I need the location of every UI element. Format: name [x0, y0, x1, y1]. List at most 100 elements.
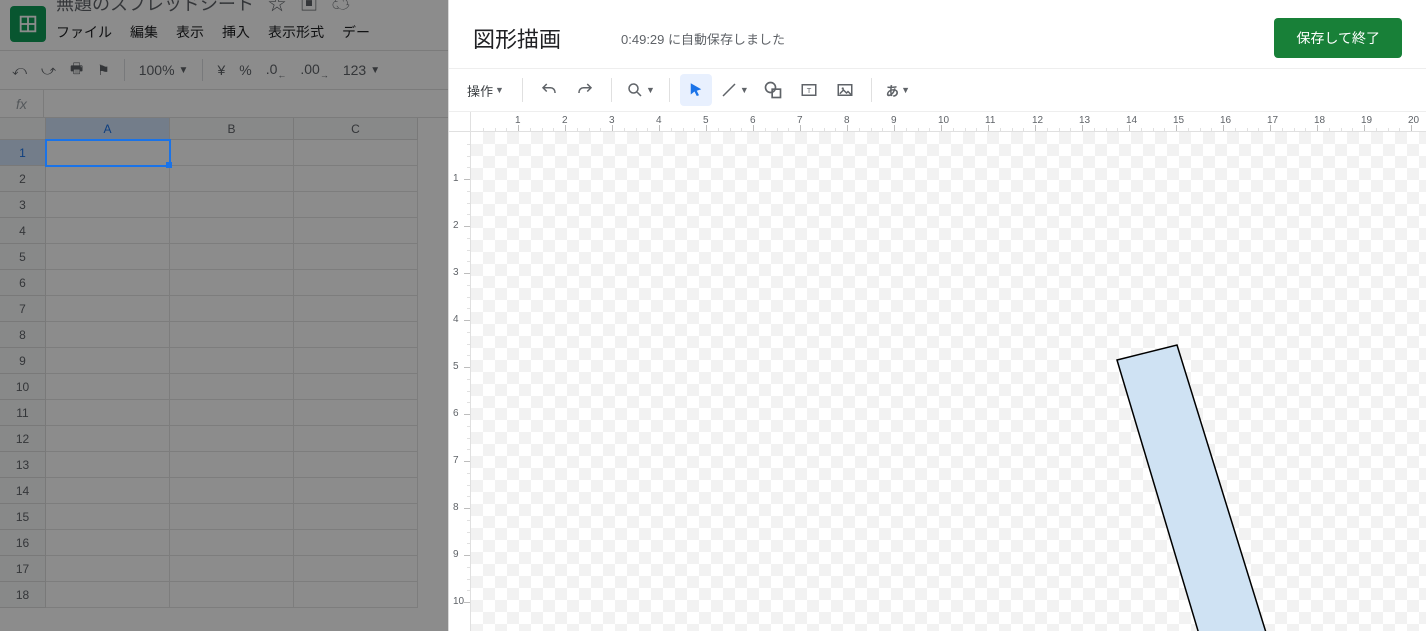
drawing-canvas[interactable]	[471, 132, 1426, 631]
menu-edit[interactable]: 編集	[130, 22, 158, 42]
cell[interactable]	[294, 166, 418, 192]
cell[interactable]	[294, 192, 418, 218]
row-header[interactable]: 16	[0, 530, 46, 556]
cell[interactable]	[170, 244, 294, 270]
row-header[interactable]: 17	[0, 556, 46, 582]
cell[interactable]	[46, 348, 170, 374]
cloud-icon[interactable]: ☁	[332, 0, 350, 16]
row-header[interactable]: 1	[0, 140, 46, 166]
row-header[interactable]: 8	[0, 322, 46, 348]
cell[interactable]	[294, 582, 418, 608]
cell[interactable]	[46, 426, 170, 452]
cell[interactable]	[46, 244, 170, 270]
cell[interactable]	[170, 296, 294, 322]
cell[interactable]	[46, 556, 170, 582]
cell[interactable]	[294, 556, 418, 582]
paint-format-icon[interactable]: ⚑	[97, 62, 110, 79]
cell[interactable]	[170, 374, 294, 400]
cell[interactable]	[294, 140, 418, 166]
cell[interactable]	[294, 504, 418, 530]
row-header[interactable]: 4	[0, 218, 46, 244]
actions-menu[interactable]: 操作▼	[459, 74, 512, 106]
cell[interactable]	[170, 166, 294, 192]
cell[interactable]	[46, 582, 170, 608]
zoom-menu[interactable]: ▼	[622, 74, 659, 106]
row-header[interactable]: 7	[0, 296, 46, 322]
cell[interactable]	[46, 166, 170, 192]
cell[interactable]	[294, 478, 418, 504]
currency-button[interactable]: ¥	[217, 62, 225, 78]
cell[interactable]	[170, 530, 294, 556]
row-header[interactable]: 14	[0, 478, 46, 504]
cell[interactable]	[46, 218, 170, 244]
cell[interactable]	[46, 400, 170, 426]
cell[interactable]	[170, 140, 294, 166]
row-header[interactable]: 2	[0, 166, 46, 192]
save-and-close-button[interactable]: 保存して終了	[1274, 18, 1402, 58]
cell[interactable]	[294, 322, 418, 348]
percent-button[interactable]: %	[239, 62, 251, 78]
row-header[interactable]: 18	[0, 582, 46, 608]
cell[interactable]	[294, 218, 418, 244]
column-header[interactable]: B	[170, 118, 294, 140]
line-tool[interactable]: ▼	[716, 74, 753, 106]
row-header[interactable]: 3	[0, 192, 46, 218]
drawn-shape[interactable]	[1117, 345, 1281, 631]
cell[interactable]	[170, 322, 294, 348]
cell[interactable]	[170, 478, 294, 504]
doc-title[interactable]: 無題のスプレッドシート	[56, 0, 254, 16]
zoom-select[interactable]: 100% ▼	[139, 62, 189, 78]
image-tool[interactable]	[829, 74, 861, 106]
cell[interactable]	[294, 400, 418, 426]
row-header[interactable]: 12	[0, 426, 46, 452]
shape-tool[interactable]	[757, 74, 789, 106]
cell[interactable]	[46, 530, 170, 556]
cell[interactable]	[294, 374, 418, 400]
cell[interactable]	[294, 530, 418, 556]
cell[interactable]	[294, 452, 418, 478]
print-icon[interactable]: 🖶	[70, 58, 83, 82]
cell[interactable]	[294, 270, 418, 296]
cell[interactable]	[170, 556, 294, 582]
redo-icon[interactable]: ⤻	[41, 62, 56, 79]
row-header[interactable]: 11	[0, 400, 46, 426]
menu-insert[interactable]: 挿入	[222, 22, 250, 42]
textbox-tool[interactable]: T	[793, 74, 825, 106]
cell[interactable]	[170, 270, 294, 296]
increase-decimal-button[interactable]: .00→	[300, 61, 328, 80]
row-header[interactable]: 5	[0, 244, 46, 270]
undo-icon[interactable]: ⤺	[12, 62, 27, 79]
cell[interactable]	[170, 452, 294, 478]
cell[interactable]	[170, 348, 294, 374]
row-header[interactable]: 15	[0, 504, 46, 530]
cell[interactable]	[294, 348, 418, 374]
decrease-decimal-button[interactable]: .0←	[266, 61, 287, 80]
redo-button[interactable]	[569, 74, 601, 106]
cell[interactable]	[170, 504, 294, 530]
cell[interactable]	[46, 374, 170, 400]
cell[interactable]	[170, 582, 294, 608]
menu-data[interactable]: デー	[342, 22, 370, 42]
cell[interactable]	[170, 400, 294, 426]
row-header[interactable]: 13	[0, 452, 46, 478]
cell[interactable]	[46, 322, 170, 348]
cell[interactable]	[46, 270, 170, 296]
menu-view[interactable]: 表示	[176, 22, 204, 42]
column-header[interactable]: A	[46, 118, 170, 140]
row-header[interactable]: 10	[0, 374, 46, 400]
select-tool[interactable]	[680, 74, 712, 106]
select-all-corner[interactable]	[0, 118, 46, 140]
cell[interactable]	[294, 296, 418, 322]
cell[interactable]	[46, 452, 170, 478]
cell[interactable]	[46, 140, 170, 166]
row-header[interactable]: 9	[0, 348, 46, 374]
cell[interactable]	[170, 218, 294, 244]
cell[interactable]	[46, 478, 170, 504]
cell[interactable]	[46, 504, 170, 530]
menu-format[interactable]: 表示形式	[268, 22, 324, 42]
cell[interactable]	[46, 296, 170, 322]
number-format-select[interactable]: 123 ▼	[343, 62, 380, 78]
move-icon[interactable]: ▣	[300, 0, 318, 16]
cell[interactable]	[170, 192, 294, 218]
cell[interactable]	[170, 426, 294, 452]
